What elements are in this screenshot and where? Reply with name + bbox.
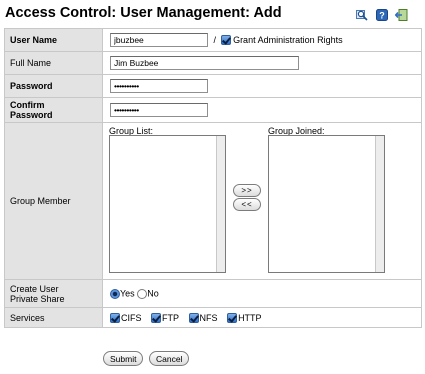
password-label: Password xyxy=(4,74,103,98)
confirm-password-cell xyxy=(102,97,422,123)
confirm-password-input[interactable] xyxy=(110,103,208,117)
service-cifs-label: CIFS xyxy=(121,312,142,323)
service-cifs: CIFS xyxy=(110,312,142,323)
grant-admin-checkbox[interactable] xyxy=(220,35,231,45)
service-http-checkbox[interactable] xyxy=(227,312,238,323)
page-title: Access Control: User Management: Add xyxy=(5,5,282,21)
confirm-password-label-line1: Confirm xyxy=(10,100,45,110)
exit-icon[interactable] xyxy=(394,9,408,21)
add-group-button[interactable]: >> xyxy=(233,184,261,197)
private-share-label-line1: Create User xyxy=(10,283,59,294)
service-nfs-label: NFS xyxy=(199,312,218,323)
user-name-label: User Name xyxy=(4,28,103,52)
remove-group-button[interactable]: << xyxy=(233,198,261,211)
cancel-button[interactable]: Cancel xyxy=(148,351,190,366)
private-share-no-label: No xyxy=(147,288,159,299)
service-ftp-label: FTP xyxy=(162,312,180,323)
private-share-label: Create User Private Share xyxy=(4,279,103,308)
service-http: HTTP xyxy=(227,312,262,323)
service-ftp-checkbox[interactable] xyxy=(151,312,162,323)
service-http-label: HTTP xyxy=(238,312,262,323)
services-cell: CIFS FTP NFS HTTP xyxy=(102,307,422,328)
confirm-password-label: Confirm Password xyxy=(4,97,103,123)
service-cifs-checkbox[interactable] xyxy=(110,312,120,323)
service-nfs-checkbox[interactable] xyxy=(188,312,199,323)
grant-admin-label: Grant Administration Rights xyxy=(233,35,343,45)
full-name-input[interactable] xyxy=(110,56,299,70)
services-label: Services xyxy=(4,307,103,328)
private-share-label-line2: Private Share xyxy=(10,293,65,304)
confirm-password-label-line2: Password xyxy=(10,110,53,120)
submit-button[interactable]: Submit xyxy=(103,351,144,366)
user-name-cell: / Grant Administration Rights xyxy=(102,28,422,52)
group-list-box[interactable] xyxy=(109,135,226,273)
service-ftp: FTP xyxy=(151,312,179,323)
help-icon[interactable]: ? xyxy=(376,9,388,21)
full-name-cell xyxy=(102,51,422,75)
group-list-scrollbar[interactable] xyxy=(216,136,225,272)
password-input[interactable] xyxy=(110,79,208,93)
separator: / xyxy=(213,35,217,45)
svg-text:?: ? xyxy=(379,11,385,21)
user-form: User Name / Grant Administration Rights … xyxy=(4,28,422,328)
group-joined-scrollbar[interactable] xyxy=(375,136,384,272)
password-cell xyxy=(102,74,422,98)
group-member-cell: Group List: >> << Group Joined: xyxy=(102,122,422,280)
private-share-no-radio[interactable] xyxy=(137,288,148,299)
page-header: Access Control: User Management: Add ? xyxy=(0,0,425,28)
private-share-cell: Yes No xyxy=(102,279,422,308)
private-share-yes-radio[interactable] xyxy=(110,288,120,299)
form-actions: Submit Cancel xyxy=(103,351,192,366)
service-nfs: NFS xyxy=(188,312,218,323)
search-icon[interactable] xyxy=(356,9,368,21)
user-name-input[interactable] xyxy=(110,33,208,47)
private-share-yes-label: Yes xyxy=(120,288,135,299)
group-member-label: Group Member xyxy=(4,122,103,280)
full-name-label: Full Name xyxy=(4,51,103,75)
group-joined-box[interactable] xyxy=(268,135,385,273)
